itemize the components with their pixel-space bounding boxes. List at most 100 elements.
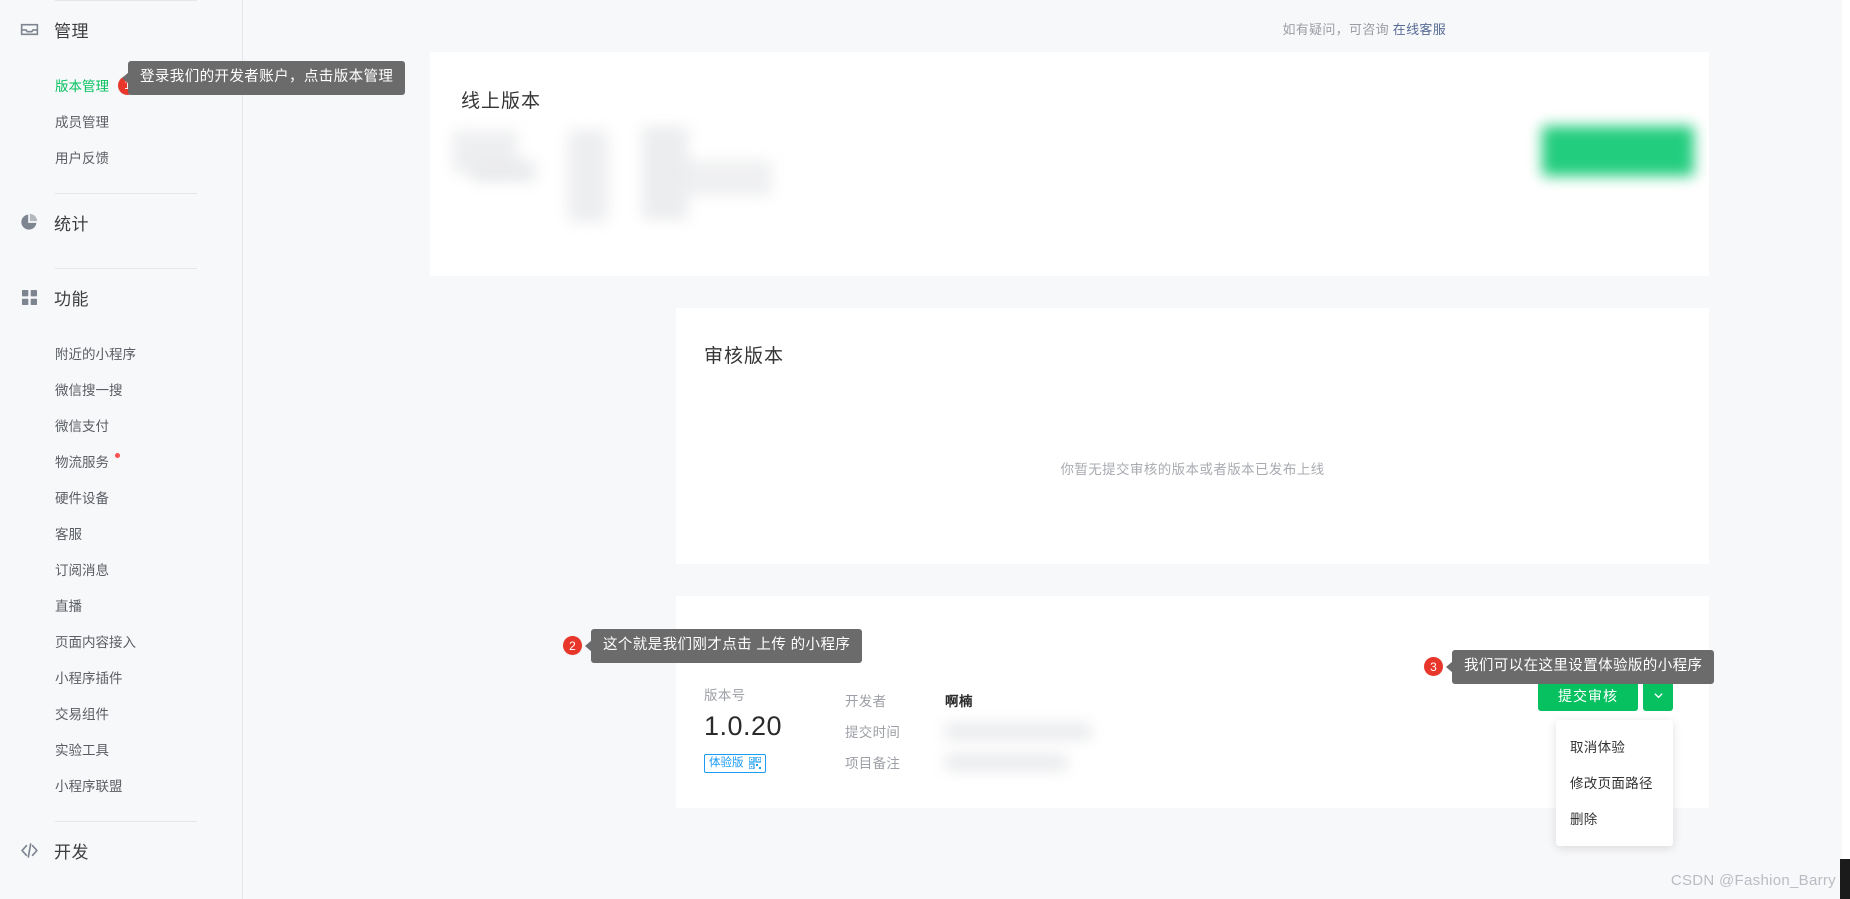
submit-review-button[interactable]: 提交审核: [1538, 680, 1638, 711]
field-value-redacted: [945, 753, 1075, 771]
main-content: 如有疑问，可咨询 在线客服 线上版本 审核版本 你暂无提交审核的版本或者版本已发…: [243, 0, 1850, 899]
step-badge-3: 3: [1424, 657, 1443, 677]
tooltip-step-3: 3 我们可以在这里设置体验版的小程序: [1424, 650, 1715, 684]
redacted-block: [472, 160, 536, 182]
field-label: 开发者: [845, 693, 887, 709]
new-indicator-dot: [115, 452, 120, 458]
tooltip-step-2: 2 这个就是我们刚才点击 上传 的小程序: [563, 629, 863, 663]
dev-field-row: 开发者 啊楠: [845, 684, 1095, 715]
sidebar-item-nearby-miniprogram[interactable]: 附近的小程序: [0, 335, 242, 371]
page-right-edge: [1842, 0, 1850, 899]
sidebar-group-label: 开发: [54, 842, 89, 862]
sidebar-item-miniprogram-plugin[interactable]: 小程序插件: [0, 659, 242, 695]
sidebar-item-customer-service[interactable]: 客服: [0, 515, 242, 551]
dropdown-item-cancel-experience[interactable]: 取消体验: [1556, 728, 1673, 764]
tooltip-step-1: 登录我们的开发者账户，点击版本管理: [128, 61, 406, 95]
experience-badge-label: 体验版: [709, 756, 744, 769]
redacted-green-block: [1542, 126, 1694, 176]
sidebar-item-label: 客服: [55, 527, 82, 542]
sidebar-item-trade-component[interactable]: 交易组件: [0, 695, 242, 731]
sidebar-group-label: 功能: [54, 289, 89, 309]
sidebar-item-experiment-tools[interactable]: 实验工具: [0, 731, 242, 767]
more-actions-dropdown-menu: 取消体验 修改页面路径 删除: [1556, 720, 1673, 846]
sidebar-group-label: 管理: [54, 21, 89, 41]
version-label: 版本号: [704, 688, 746, 703]
sidebar-item-label: 交易组件: [55, 707, 109, 722]
sidebar-item-label: 微信支付: [55, 419, 109, 434]
code-icon: [18, 839, 40, 861]
version-value: 1.0.20: [704, 711, 783, 741]
review-version-card: 审核版本 你暂无提交审核的版本或者版本已发布上线: [676, 308, 1709, 564]
sidebar-item-label: 用户反馈: [55, 151, 109, 166]
sidebar-item-label: 成员管理: [55, 115, 109, 130]
help-hint: 如有疑问，可咨询 在线客服: [1282, 19, 1446, 38]
sidebar: 管理 版本管理 1 成员管理 用户反馈 统计: [0, 0, 243, 899]
sidebar-group-statistics[interactable]: 统计: [0, 194, 242, 250]
dropdown-item-delete[interactable]: 删除: [1556, 800, 1673, 836]
sidebar-item-hardware[interactable]: 硬件设备: [0, 479, 242, 515]
redacted-block: [568, 130, 608, 222]
sidebar-item-label: 实验工具: [55, 743, 109, 758]
sidebar-item-label: 物流服务: [55, 455, 109, 470]
sidebar-item-label: 硬件设备: [55, 491, 109, 506]
sidebar-item-label: 订阅消息: [55, 563, 109, 578]
sidebar-item-wechat-pay[interactable]: 微信支付: [0, 407, 242, 443]
sidebar-item-subscribe-message[interactable]: 订阅消息: [0, 551, 242, 587]
tooltip-bubble: 这个就是我们刚才点击 上传 的小程序: [591, 629, 863, 663]
inbox-icon: [18, 18, 40, 40]
field-label: 提交时间: [845, 724, 901, 740]
sidebar-item-page-content[interactable]: 页面内容接入: [0, 623, 242, 659]
sidebar-item-label: 附近的小程序: [55, 347, 136, 362]
redacted-block: [945, 753, 1067, 771]
sidebar-item-label: 直播: [55, 599, 82, 614]
dev-field-row: 项目备注: [845, 746, 1095, 777]
online-support-link[interactable]: 在线客服: [1393, 22, 1446, 37]
sidebar-group-features: 功能: [0, 269, 242, 325]
more-actions-dropdown-button[interactable]: [1643, 680, 1673, 711]
dev-field-rows: 开发者 啊楠 提交时间 项目备注: [845, 684, 1095, 777]
watermark: CSDN @Fashion_Barry: [1670, 872, 1836, 889]
sidebar-item-development-management[interactable]: 开发管理: [0, 888, 242, 899]
field-value-redacted: [945, 722, 1095, 740]
dev-version-card: 开发版本 版本号 1.0.20 体验版: [676, 596, 1709, 846]
sidebar-item-wechat-search[interactable]: 微信搜一搜: [0, 371, 242, 407]
help-hint-text: 如有疑问，可咨询: [1282, 22, 1389, 37]
step-badge-2: 2: [563, 636, 582, 656]
online-version-title: 线上版本: [461, 91, 542, 112]
field-label: 项目备注: [845, 755, 901, 771]
grid-icon: [18, 286, 40, 308]
sidebar-item-member-management[interactable]: 成员管理: [0, 103, 242, 139]
dev-version-meta: 版本号 1.0.20 体验版 开发者 啊楠 提交时间 项目备注: [704, 684, 1095, 777]
sidebar-item-logistics[interactable]: 物流服务: [0, 443, 242, 479]
dev-field-row: 提交时间: [845, 715, 1095, 746]
qrcode-icon: [748, 756, 761, 769]
field-value: 啊楠: [945, 693, 973, 709]
sidebar-item-label: 小程序插件: [55, 671, 123, 686]
tooltip-bubble: 我们可以在这里设置体验版的小程序: [1452, 650, 1715, 684]
experience-version-badge[interactable]: 体验版: [704, 753, 766, 774]
sidebar-group-management: 管理: [0, 1, 242, 57]
sidebar-item-label: 微信搜一搜: [55, 383, 123, 398]
version-column: 版本号 1.0.20 体验版: [704, 684, 790, 777]
version-management-page: 管理 版本管理 1 成员管理 用户反馈 统计: [0, 0, 1850, 899]
review-empty-text: 你暂无提交审核的版本或者版本已发布上线: [1060, 462, 1325, 477]
chevron-down-icon: [1654, 693, 1662, 699]
sidebar-item-miniprogram-alliance[interactable]: 小程序联盟: [0, 767, 242, 803]
sidebar-item-label: 版本管理: [55, 79, 109, 94]
redacted-block: [945, 722, 1091, 740]
sidebar-item-live[interactable]: 直播: [0, 587, 242, 623]
online-version-card: 线上版本: [430, 52, 1709, 276]
dropdown-item-modify-page-path[interactable]: 修改页面路径: [1556, 764, 1673, 800]
sidebar-item-user-feedback[interactable]: 用户反馈: [0, 139, 242, 175]
sidebar-item-label: 小程序联盟: [55, 779, 123, 794]
redacted-block: [680, 160, 772, 196]
tooltip-bubble: 登录我们的开发者账户，点击版本管理: [128, 61, 406, 95]
sidebar-item-label: 页面内容接入: [55, 635, 136, 650]
sidebar-group-label: 统计: [54, 214, 89, 234]
pie-chart-icon: [18, 211, 40, 233]
